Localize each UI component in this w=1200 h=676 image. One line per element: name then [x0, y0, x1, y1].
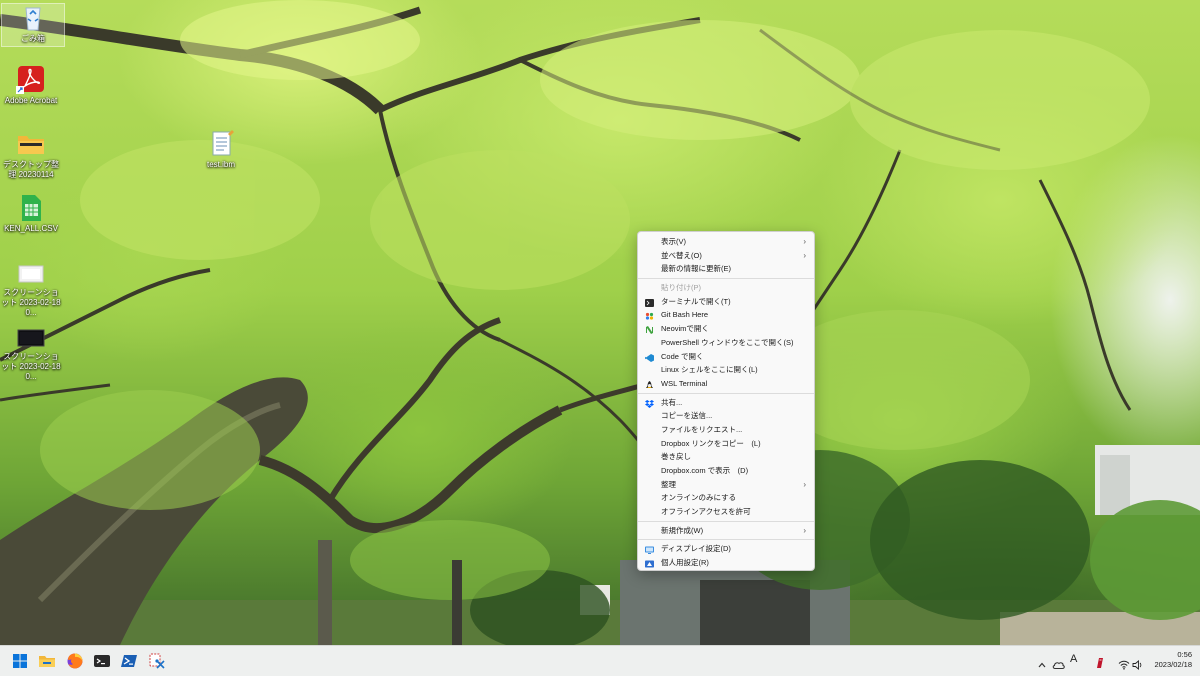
- menu-item-open-code[interactable]: Code で開く: [638, 350, 814, 364]
- menu-separator: [638, 278, 814, 280]
- clock-date: 2023/02/18: [1154, 660, 1192, 669]
- menu-item-copy-dropbox-link[interactable]: Dropbox リンクをコピー (L): [638, 437, 814, 451]
- menu-item-allow-offline[interactable]: オフラインアクセスを許可: [638, 505, 814, 519]
- menu-item-send-copy[interactable]: コピーを送信...: [638, 409, 814, 423]
- menu-item-view-dropbox-com[interactable]: Dropbox.com で表示 (D): [638, 464, 814, 478]
- screenshot-file-icon: [16, 322, 46, 350]
- recycle-bin-icon: [18, 4, 48, 32]
- chevron-up-icon[interactable]: [1037, 655, 1047, 674]
- desktop-icon-label: スクリーンショット 2023-02-18 0...: [1, 288, 61, 317]
- menu-item-refresh[interactable]: 最新の情報に更新(E): [638, 262, 814, 276]
- chevron-right-icon: ›: [803, 479, 806, 489]
- desktop-icon-label: ごみ箱: [21, 34, 45, 43]
- menu-item-neovim[interactable]: Neovimで開く: [638, 322, 814, 336]
- menu-item-sort[interactable]: 並べ替え(O) ›: [638, 249, 814, 263]
- ime-icon[interactable]: A: [1070, 653, 1077, 665]
- personalize-icon: [645, 559, 654, 568]
- notepad-file-icon: [206, 130, 236, 158]
- display-icon: [645, 545, 654, 555]
- csv-file-icon: [16, 194, 46, 222]
- desktop-icon-label: スクリーンショット 2023-02-18 0...: [1, 352, 61, 381]
- menu-item-request-file[interactable]: ファイルをリクエスト...: [638, 423, 814, 437]
- windows-start-icon[interactable]: [11, 652, 29, 670]
- wallpaper-trees-illustration: [0, 0, 1200, 645]
- powershell-icon[interactable]: [120, 652, 138, 670]
- chevron-right-icon: ›: [803, 525, 806, 535]
- folder-icon: [16, 130, 46, 158]
- menu-item-git-bash[interactable]: Git Bash Here: [638, 308, 814, 322]
- desktop-icon-csv[interactable]: KEN_ALL.CSV: [0, 194, 62, 234]
- adobe-acrobat-icon: [16, 66, 46, 94]
- taskbar: A 0:56 2023/02/18: [0, 645, 1200, 676]
- wifi-icon[interactable]: [1118, 655, 1130, 674]
- speaker-icon[interactable]: [1132, 655, 1144, 674]
- menu-separator: [638, 520, 814, 522]
- chevron-right-icon: ›: [803, 250, 806, 260]
- menu-item-open-terminal[interactable]: ターミナルで開く(T): [638, 295, 814, 309]
- desktop-icon-screenshot-1[interactable]: スクリーンショット 2023-02-18 0...: [0, 258, 62, 318]
- file-explorer-icon[interactable]: [38, 652, 56, 670]
- menu-item-rewind[interactable]: 巻き戻し: [638, 450, 814, 464]
- snipping-tool-icon[interactable]: [148, 652, 166, 670]
- git-bash-icon: [645, 311, 654, 321]
- menu-item-powershell[interactable]: PowerShell ウィンドウをここで開く(S): [638, 336, 814, 350]
- menu-separator: [638, 539, 814, 541]
- vscode-icon: [645, 353, 654, 362]
- terminal-icon: [645, 298, 654, 307]
- desktop-icon-screenshot-2[interactable]: スクリーンショット 2023-02-18 0...: [0, 322, 62, 382]
- menu-item-online-only[interactable]: オンラインのみにする: [638, 491, 814, 505]
- app-tray-icon[interactable]: [1095, 654, 1104, 673]
- menu-item-personalize[interactable]: 個人用設定(R): [638, 556, 814, 570]
- desktop-icon-label: test.ibm: [206, 160, 235, 169]
- menu-item-new[interactable]: 新規作成(W) ›: [638, 524, 814, 538]
- neovim-icon: [645, 325, 654, 335]
- clock-time: 0:56: [1177, 650, 1192, 659]
- menu-item-wsl-terminal[interactable]: WSL Terminal: [638, 377, 814, 391]
- menu-item-paste[interactable]: 貼り付け(P): [638, 281, 814, 295]
- menu-item-view[interactable]: 表示(V) ›: [638, 235, 814, 249]
- menu-item-share[interactable]: 共有...: [638, 396, 814, 410]
- terminal-icon[interactable]: [93, 652, 111, 670]
- menu-separator: [638, 392, 814, 394]
- menu-item-linux-shell[interactable]: Linux シェルをここに開く(L): [638, 363, 814, 377]
- menu-item-organize[interactable]: 整理 ›: [638, 478, 814, 492]
- menu-item-display-settings[interactable]: ディスプレイ設定(D): [638, 542, 814, 556]
- dropbox-icon: [645, 399, 654, 408]
- desktop-icon-folder[interactable]: デスクトップ整理 20230114: [0, 130, 62, 180]
- desktop-icon-label: デスクトップ整理 20230114: [3, 160, 59, 179]
- desktop-wallpaper[interactable]: [0, 0, 1200, 645]
- desktop-icon-text-file[interactable]: test.ibm: [190, 130, 252, 170]
- firefox-icon[interactable]: [66, 652, 84, 670]
- desktop-icon-label: Adobe Acrobat: [4, 96, 58, 105]
- desktop-context-menu: 表示(V) › 並べ替え(O) › 最新の情報に更新(E) 貼り付け(P) ター…: [637, 231, 815, 571]
- desktop-icon-label: KEN_ALL.CSV: [4, 224, 58, 233]
- screenshot-file-icon: [16, 258, 46, 286]
- chevron-right-icon: ›: [803, 237, 806, 246]
- wsl-terminal-icon: [645, 380, 654, 388]
- system-tray: A: [1035, 646, 1135, 676]
- taskbar-clock[interactable]: 0:56 2023/02/18: [1154, 650, 1192, 670]
- desktop-icon-adobe-acrobat[interactable]: Adobe Acrobat: [0, 66, 62, 106]
- onedrive-icon[interactable]: [1052, 655, 1065, 674]
- desktop-icon-recycle-bin[interactable]: ごみ箱: [1, 3, 65, 47]
